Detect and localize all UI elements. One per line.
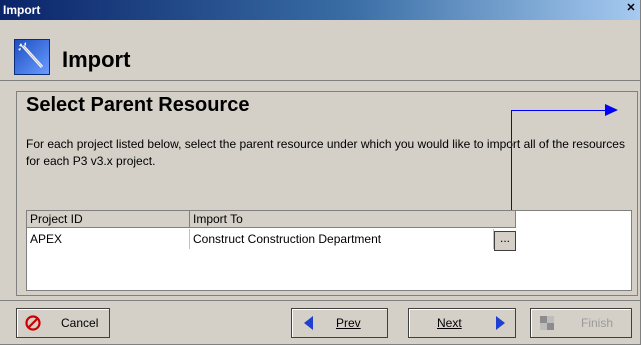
- import-wand-icon: [14, 39, 50, 75]
- next-arrow-icon: [496, 316, 505, 330]
- finish-button[interactable]: Finish: [530, 308, 632, 338]
- prev-button[interactable]: Prev: [291, 308, 388, 338]
- import-wizard-window: Import ✕ Import Select Parent Resource F…: [0, 0, 641, 345]
- title-bar: Import ✕: [0, 0, 640, 20]
- annotation-arrowhead-icon: [605, 104, 618, 116]
- column-header-import-to[interactable]: Import To: [190, 211, 516, 228]
- next-button[interactable]: Next: [408, 308, 516, 338]
- step-title: Select Parent Resource: [26, 94, 250, 116]
- browse-resource-button[interactable]: ...: [494, 231, 516, 251]
- cancel-label: Cancel: [61, 316, 99, 330]
- column-header-project-id[interactable]: Project ID: [27, 211, 190, 228]
- cell-project-id[interactable]: APEX: [27, 229, 190, 249]
- cancel-button[interactable]: Cancel: [16, 308, 110, 338]
- finish-label: Finish: [581, 316, 614, 330]
- annotation-arrow-horizontal: [511, 110, 611, 111]
- footer-separator: [0, 300, 640, 301]
- prev-label: Prev: [336, 316, 361, 330]
- column-header-spacer: [516, 211, 631, 228]
- window-title: Import: [3, 3, 41, 17]
- wizard-header: Import: [0, 20, 640, 81]
- close-icon: ✕: [626, 2, 636, 14]
- header-title: Import: [62, 47, 131, 72]
- close-button[interactable]: ✕: [624, 2, 638, 16]
- finish-checkered-flag-icon: [540, 316, 554, 330]
- step-description: For each project listed below, select th…: [26, 137, 625, 168]
- resource-table: Project ID Import To APEX Construct Cons…: [26, 210, 632, 291]
- prev-arrow-icon: [304, 316, 313, 330]
- next-label: Next: [437, 316, 462, 330]
- cancel-icon: [25, 315, 41, 331]
- cell-import-to[interactable]: Construct Construction Department: [190, 229, 494, 249]
